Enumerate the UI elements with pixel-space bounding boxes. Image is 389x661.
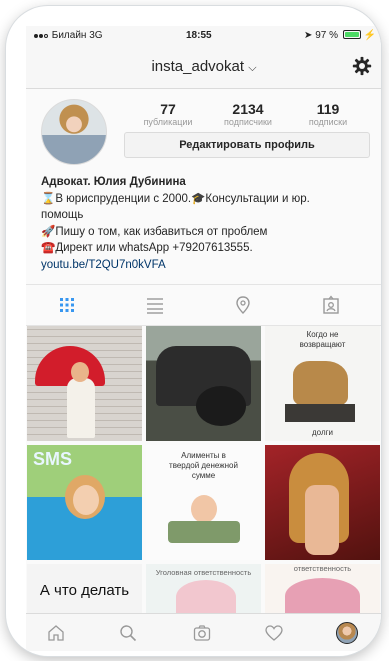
battery-fill — [344, 32, 359, 37]
stat-label: подписки — [308, 117, 348, 127]
profile-avatar[interactable] — [41, 99, 107, 165]
profile-header: insta_advokat ⌵ — [26, 44, 381, 89]
flowers-shape — [176, 580, 236, 613]
caption-line: ответственность — [293, 564, 352, 573]
helmet-shape — [196, 386, 246, 426]
profile-tab-avatar[interactable] — [336, 622, 358, 644]
clock: 18:55 — [186, 30, 212, 41]
post-thumbnail[interactable]: Алименты в твердой денежной сумме — [146, 445, 261, 560]
bio-line: ⌛В юриспруденции с 2000.🎓Консультации и … — [41, 192, 310, 205]
money-shape — [168, 521, 240, 543]
gear-icon[interactable] — [352, 56, 372, 76]
person-head — [71, 362, 89, 382]
battery-percent: 97 % — [315, 30, 338, 41]
stat-posts[interactable]: 77 публикации — [138, 101, 198, 127]
post-thumbnail[interactable] — [265, 445, 380, 560]
stat-label: подписчики — [224, 117, 272, 127]
bio-link[interactable]: youtu.be/T2QU7n0kVFA — [41, 257, 376, 274]
grid-icon[interactable] — [57, 295, 77, 315]
camera-icon[interactable] — [192, 623, 212, 643]
child-head — [191, 495, 217, 523]
bio-line: помощь — [41, 209, 84, 221]
stat-number: 77 — [160, 101, 176, 117]
caption-line: сумме — [191, 471, 216, 480]
person-face — [73, 485, 99, 515]
network-type: 3G — [89, 30, 103, 42]
fist-sculpture — [293, 361, 348, 406]
phone-frame: Билайн 3G 18:55 ➤ 97 % ⚡ insta_advokat ⌵ — [6, 6, 381, 656]
profile-name: Адвокат. Юлия Дубинина — [41, 176, 186, 188]
caption-line: Алименты в — [181, 451, 226, 460]
heart-icon[interactable] — [264, 623, 284, 643]
signal-icon — [34, 30, 49, 41]
username: insta_advokat — [151, 58, 245, 75]
home-icon[interactable] — [46, 623, 66, 643]
account-switcher[interactable]: insta_advokat ⌵ — [26, 58, 381, 75]
post-thumbnail[interactable]: Уголовная ответственность — [146, 564, 261, 613]
stat-followers[interactable]: 2134 подписчики — [213, 101, 283, 127]
sms-text: SMS — [33, 449, 73, 469]
caption-line: твердой денежной — [169, 461, 238, 470]
post-thumbnail[interactable] — [146, 326, 261, 441]
list-icon[interactable] — [145, 295, 165, 315]
cell-title: А что делать — [39, 582, 130, 599]
carrier-name: Билайн — [51, 30, 87, 42]
post-thumbnail[interactable]: Когдо не возвращают долги — [265, 326, 380, 441]
location-pin-icon[interactable] — [233, 295, 253, 315]
bio-line: ☎️Директ или whatsApp +79207613555. — [41, 242, 253, 254]
bio-line: 🚀Пишу о том, как избавиться от проблем — [41, 225, 268, 238]
search-icon[interactable] — [118, 623, 138, 643]
battery-icon — [342, 30, 361, 39]
post-thumbnail[interactable]: А что делать — [27, 564, 142, 613]
caption-line: Когдо не — [306, 330, 339, 339]
caption-line: долги — [312, 428, 333, 437]
status-bar: Билайн 3G 18:55 ➤ 97 % ⚡ — [26, 26, 381, 44]
tagged-icon[interactable] — [321, 295, 341, 315]
screen: Билайн 3G 18:55 ➤ 97 % ⚡ insta_advokat ⌵ — [26, 26, 381, 651]
sculpture-base — [285, 404, 355, 422]
stat-following[interactable]: 119 подписки — [298, 101, 358, 127]
bottom-nav — [26, 613, 381, 651]
body-shape — [305, 485, 339, 555]
location-arrow-icon: ➤ — [304, 30, 313, 41]
edit-profile-button[interactable]: Редактировать профиль — [124, 132, 370, 158]
flowers-shape — [285, 578, 360, 613]
caption-line: возвращают — [299, 340, 346, 349]
carrier-info: Билайн 3G — [34, 30, 103, 41]
profile-bio: Адвокат. Юлия Дубинина ⌛В юриспруденции … — [41, 174, 376, 273]
caption-line: Уголовная ответственность — [155, 568, 252, 577]
battery-status: ➤ 97 % ⚡ — [304, 30, 376, 41]
stat-number: 2134 — [232, 101, 264, 117]
post-thumbnail[interactable]: ответственность — [265, 564, 380, 613]
charging-icon: ⚡ — [363, 30, 376, 41]
stat-label: публикации — [143, 117, 193, 127]
post-thumbnail[interactable]: SMS — [27, 445, 142, 560]
profile-tabs — [26, 284, 381, 326]
person-shape — [67, 378, 95, 438]
post-thumbnail[interactable] — [27, 326, 142, 441]
chevron-down-icon: ⌵ — [248, 62, 257, 74]
stat-number: 119 — [316, 101, 340, 117]
